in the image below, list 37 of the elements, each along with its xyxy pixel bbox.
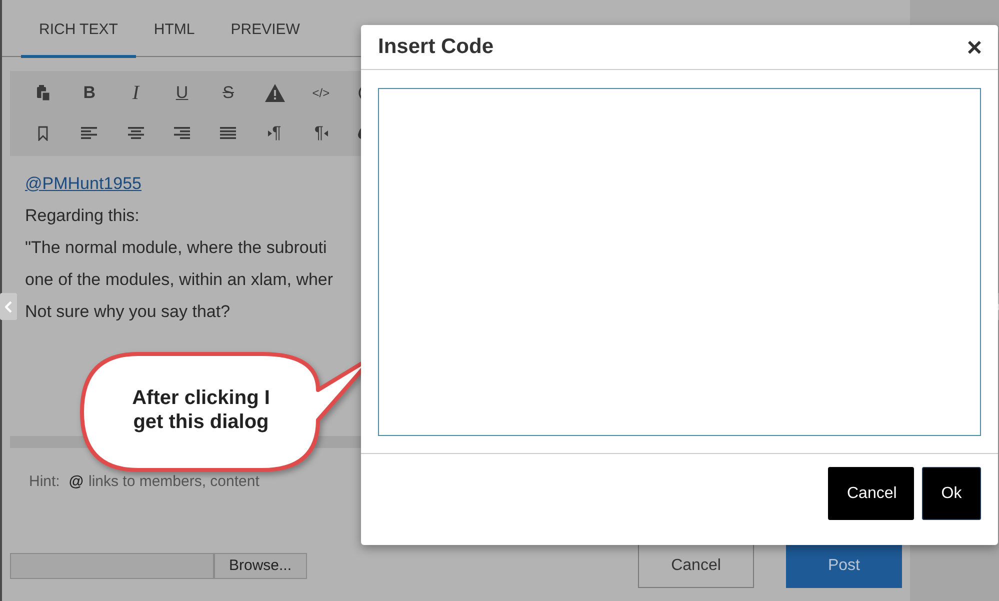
code-button[interactable]: </> (298, 76, 344, 110)
mention-link[interactable]: @PMHunt1955 (25, 168, 142, 200)
underline-button[interactable]: U (158, 76, 206, 110)
post-button[interactable]: Post (786, 543, 902, 588)
align-center-icon[interactable] (128, 126, 144, 140)
cancel-button[interactable]: Cancel (828, 467, 914, 520)
hint-text: links to members, content (88, 473, 260, 490)
cancel-button[interactable]: Cancel (638, 543, 754, 588)
editor-tab[interactable]: HTML (136, 0, 213, 58)
body-text: one of the modules, within an xlam, wher (25, 269, 334, 291)
triangle-icon (268, 130, 272, 136)
align-left-icon[interactable] (81, 126, 98, 140)
file-field[interactable] (10, 552, 214, 578)
body-text: Regarding this: (25, 205, 140, 227)
ltr-button[interactable]: ¶ (251, 116, 298, 150)
italic-button[interactable]: I (112, 76, 159, 110)
triangle-icon (324, 130, 328, 136)
paste-icon[interactable] (36, 85, 50, 101)
ok-button[interactable]: Ok (922, 467, 981, 520)
body-text: "The normal module, where the subrouti (25, 237, 327, 259)
rtl-button[interactable]: ¶ (298, 116, 344, 150)
close-button[interactable]: × (966, 34, 982, 60)
bookmark-icon[interactable] (38, 126, 48, 140)
editor-tab[interactable]: RICH TEXT (21, 0, 136, 58)
bold-button[interactable]: B (66, 76, 113, 110)
warning-icon[interactable] (264, 84, 285, 102)
hint-label: Hint: (29, 473, 60, 490)
code-input[interactable] (378, 88, 981, 436)
browse-button[interactable]: Browse... (214, 552, 307, 578)
dialog-title: Insert Code (378, 35, 494, 59)
align-right-icon[interactable] (174, 126, 190, 140)
callout-text: After clicking I get this dialog (131, 386, 271, 434)
justify-icon[interactable] (220, 126, 236, 140)
body-text: Not sure why you say that? (25, 301, 230, 323)
at-symbol: @ (68, 473, 84, 490)
editor-tab[interactable]: PREVIEW (212, 0, 318, 58)
strike-button[interactable]: S (205, 76, 252, 110)
